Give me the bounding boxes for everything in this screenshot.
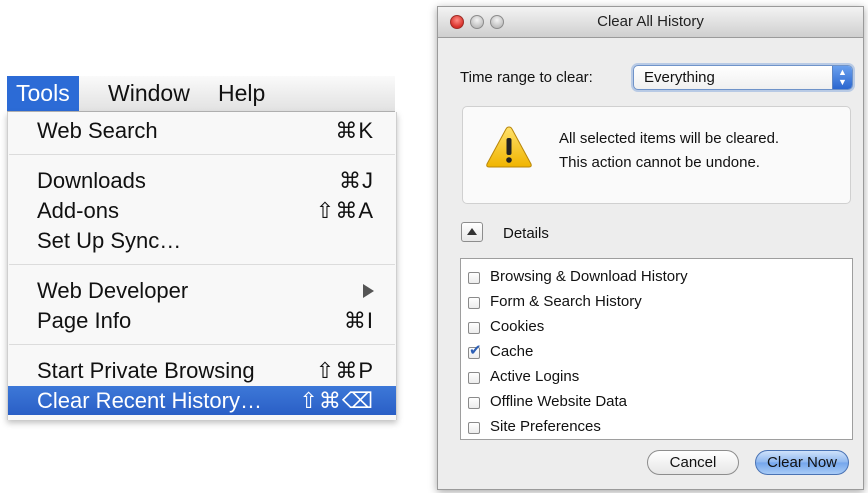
warning-text: All selected items will be cleared. This… (559, 127, 779, 175)
menu-item-downloads[interactable]: Downloads ⌘J (8, 166, 396, 195)
menu-item-label: Set Up Sync… (37, 228, 182, 253)
menu-item-add-ons[interactable]: Add-ons ⇧⌘A (8, 196, 396, 225)
menu-item-web-search[interactable]: Web Search ⌘K (8, 116, 396, 145)
menu-item-shortcut: ⌘I (343, 308, 374, 333)
menubar: Tools Window Help (7, 76, 395, 112)
menu-item-shortcut: ⌘J (339, 168, 374, 193)
menubar-tools[interactable]: Tools (7, 76, 79, 111)
menu-item-shortcut: ⇧⌘⌫ (299, 388, 374, 413)
menu-item-page-info[interactable]: Page Info ⌘I (8, 306, 396, 335)
updown-arrows-icon: ▲ ▼ (832, 66, 852, 89)
menu-separator (9, 154, 395, 155)
tools-menu: Tools Window Help Web Search ⌘K Download… (7, 76, 397, 420)
details-toggle-button[interactable] (461, 222, 483, 242)
menu-item-shortcut: ⇧⌘A (315, 198, 374, 223)
menu-item-web-developer[interactable]: Web Developer (8, 276, 396, 305)
menu-item-label: Start Private Browsing (37, 358, 255, 383)
time-range-select[interactable]: Everything ▲ ▼ (633, 65, 853, 90)
option-label: Browsing & Download History (490, 268, 688, 285)
option-label: Form & Search History (490, 293, 642, 310)
option-offline-website-data[interactable]: Offline Website Data (468, 392, 848, 414)
history-items-list: Browsing & Download History Form & Searc… (460, 258, 853, 440)
checkbox[interactable]: ✔ (468, 343, 482, 359)
option-form-search-history[interactable]: Form & Search History (468, 292, 848, 314)
menu-item-shortcut: ⌘K (335, 118, 374, 143)
menubar-help[interactable]: Help (209, 76, 274, 111)
option-label: Cache (490, 343, 534, 360)
menubar-window[interactable]: Window (99, 76, 199, 111)
details-label: Details (503, 225, 549, 242)
clear-history-dialog: Clear All History Time range to clear: E… (437, 6, 864, 490)
option-label: Active Logins (490, 368, 580, 385)
menu-item-label: Page Info (37, 308, 132, 333)
option-cache[interactable]: ✔ Cache (468, 342, 848, 364)
title-bar: Clear All History (438, 7, 863, 38)
menu-separator (9, 344, 395, 345)
warning-line-2: This action cannot be undone. (559, 154, 760, 171)
option-label: Offline Website Data (490, 393, 628, 410)
clear-now-button[interactable]: Clear Now (755, 450, 849, 475)
option-browsing-download-history[interactable]: Browsing & Download History (468, 267, 848, 289)
time-range-label: Time range to clear: (460, 69, 593, 86)
option-label: Cookies (490, 318, 545, 335)
dialog-title: Clear All History (597, 13, 704, 30)
checkbox[interactable] (468, 297, 480, 309)
menu-item-private-browsing[interactable]: Start Private Browsing ⇧⌘P (8, 356, 396, 385)
menu-item-set-up-sync[interactable]: Set Up Sync… (8, 226, 396, 255)
checkmark-icon: ✔ (469, 342, 482, 359)
menu-item-label: Add-ons (37, 198, 119, 223)
warning-line-1: All selected items will be cleared. (559, 130, 780, 147)
checkbox[interactable] (468, 272, 480, 284)
tools-dropdown: Web Search ⌘K Downloads ⌘J Add-ons ⇧⌘A S… (7, 112, 397, 420)
menu-item-label: Downloads (37, 168, 146, 193)
option-label: Site Preferences (490, 418, 601, 435)
menu-item-clear-recent-history[interactable]: Clear Recent History… ⇧⌘⌫ (8, 386, 396, 415)
option-active-logins[interactable]: Active Logins (468, 367, 848, 389)
checkbox[interactable] (468, 422, 480, 434)
menu-separator (9, 264, 395, 265)
option-cookies[interactable]: Cookies (468, 317, 848, 339)
checkbox[interactable] (468, 322, 480, 334)
menu-item-label: Clear Recent History… (37, 388, 262, 413)
warning-triangle-icon (486, 126, 532, 168)
menu-item-label: Web Search (37, 118, 158, 143)
time-range-value: Everything (644, 69, 715, 86)
disclosure-up-icon (467, 228, 477, 235)
menu-item-shortcut: ⇧⌘P (315, 358, 374, 383)
checkbox[interactable] (468, 397, 480, 409)
checkbox[interactable] (468, 372, 480, 384)
warning-box: All selected items will be cleared. This… (462, 106, 851, 204)
chevron-right-icon (363, 284, 374, 298)
cancel-button[interactable]: Cancel (647, 450, 739, 475)
menu-item-label: Web Developer (37, 278, 189, 303)
option-site-preferences[interactable]: Site Preferences (468, 417, 848, 439)
